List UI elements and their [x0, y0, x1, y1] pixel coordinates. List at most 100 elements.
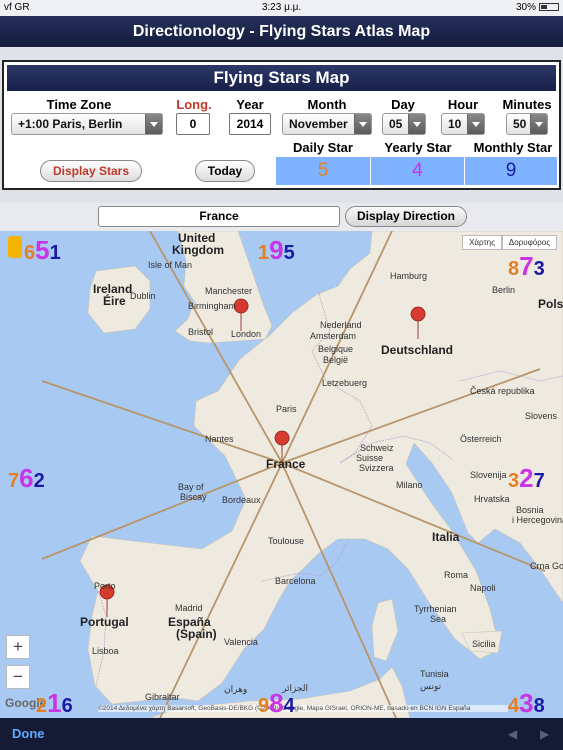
display-direction-button[interactable]: Display Direction — [345, 206, 467, 227]
back-arrow-icon[interactable]: ◀ — [508, 727, 517, 741]
yearly-star-label: Yearly Star — [384, 140, 452, 155]
timezone-value: +1:00 Paris, Berlin — [18, 117, 123, 131]
map-label: Toulouse — [268, 536, 305, 546]
daily-star-label: Daily Star — [293, 140, 353, 155]
day-label: Day — [391, 97, 415, 112]
star-trio-ne: 873 — [508, 253, 545, 279]
forward-arrow-icon[interactable]: ▶ — [540, 727, 549, 741]
map-label: Porto — [94, 581, 116, 591]
star-value: 7 — [8, 470, 20, 492]
star-trio-w: 762 — [8, 465, 45, 491]
star-value: 6 — [24, 242, 36, 264]
timezone-select[interactable]: +1:00 Paris, Berlin — [11, 113, 163, 135]
star-value: 9 — [269, 235, 284, 265]
star-value: 8 — [508, 258, 520, 280]
today-button[interactable]: Today — [195, 160, 255, 182]
street-view-pegman-icon[interactable] — [8, 236, 22, 258]
map-label: وهران — [224, 684, 248, 694]
monthly-star-value: 9 — [465, 157, 557, 185]
panel-title: Flying Stars Map — [7, 65, 556, 91]
star-value: 1 — [258, 242, 270, 264]
day-select[interactable]: 05 — [382, 113, 426, 135]
map-label: Sea — [430, 614, 447, 624]
map-label: Bay of — [178, 482, 204, 492]
zoom-in-button[interactable]: + — [6, 635, 30, 659]
app-title: Directionology - Flying Stars Atlas Map — [132, 23, 431, 40]
map-type-satellite-button[interactable]: Δορυφόρος — [502, 235, 557, 250]
star-value: 2 — [519, 463, 534, 493]
map-label: Bristol — [188, 327, 214, 337]
map-label: Suisse — [356, 453, 384, 463]
map-label: Biscay — [180, 492, 207, 502]
star-value: 1 — [49, 242, 61, 264]
star-value: 6 — [61, 695, 73, 717]
done-button[interactable]: Done — [12, 726, 45, 741]
star-value: 7 — [533, 470, 545, 492]
map-label: Sicilia — [472, 639, 496, 649]
map-label: تونس — [420, 681, 442, 691]
map-label: Slovenija — [470, 470, 507, 480]
yearly-star-value: 4 — [371, 157, 464, 185]
map-label: Bosnia — [516, 505, 544, 515]
display-stars-button[interactable]: Display Stars — [40, 160, 142, 182]
star-value: 8 — [533, 695, 545, 717]
battery-indicator: 30% — [516, 2, 559, 13]
map-label: Amsterdam — [310, 331, 357, 341]
hour-value: 10 — [448, 117, 462, 131]
map-type-map-button[interactable]: Χάρτης — [462, 235, 502, 250]
daily-star-value: 5 — [276, 157, 370, 185]
map-label: Svizzera — [359, 463, 394, 473]
status-time: 3:23 μ.μ. — [261, 2, 302, 13]
map-label: Madrid — [175, 603, 203, 613]
minutes-select[interactable]: 50 — [506, 113, 548, 135]
chevron-down-icon — [145, 114, 162, 134]
location-input[interactable]: France — [98, 206, 340, 227]
map-label: Italia — [432, 530, 460, 544]
chevron-down-icon — [408, 114, 425, 134]
map-label: Nederland — [320, 320, 362, 330]
location-bar: France Display Direction — [0, 203, 563, 231]
star-value: 5 — [35, 235, 50, 265]
map-label: Tyrrhenian — [414, 604, 457, 614]
map-label: Hamburg — [390, 271, 428, 281]
star-value: 4 — [508, 695, 520, 717]
map-label: Slovens — [525, 411, 558, 421]
longitude-input[interactable]: 0 — [176, 113, 210, 135]
star-trio-n: 195 — [258, 237, 295, 263]
star-value: 2 — [33, 470, 45, 492]
map-label: Milano — [396, 480, 423, 490]
map-label: Gibraltar — [145, 692, 180, 702]
star-value: 7 — [519, 251, 534, 281]
star-value: 3 — [533, 258, 545, 280]
map-label: Manchester — [205, 286, 253, 296]
month-select[interactable]: November — [282, 113, 372, 135]
map-label: France — [266, 457, 306, 471]
chevron-down-icon — [530, 114, 547, 134]
year-input[interactable]: 2014 — [229, 113, 271, 135]
minutes-value: 50 — [513, 117, 527, 131]
battery-icon — [539, 3, 559, 11]
chevron-down-icon — [467, 114, 484, 134]
map-label: Crna Gora — [530, 561, 563, 571]
monthly-star-label: Monthly Star — [473, 140, 553, 155]
map-label: Hrvatska — [474, 494, 510, 504]
status-bar: vf GR 3:23 μ.μ. 30% — [0, 0, 563, 16]
map-label: Éire — [103, 294, 126, 308]
map-label: België — [323, 355, 349, 365]
map-label: Paris — [276, 404, 297, 414]
month-label: Month — [307, 97, 347, 112]
map-view[interactable]: United Kingdom Isle of Man Ireland Éire … — [0, 231, 563, 718]
star-value: 8 — [269, 688, 284, 718]
zoom-out-button[interactable]: − — [6, 665, 30, 689]
map-label: Kingdom — [172, 243, 224, 257]
map-label: Dublin — [130, 291, 156, 301]
map-label: Berlin — [492, 285, 516, 295]
hour-select[interactable]: 10 — [441, 113, 485, 135]
map-label: Valencia — [224, 637, 258, 647]
map-label: i Hercegovina — [512, 515, 563, 525]
map-label: Letzebuerg — [322, 378, 368, 388]
map-label: Schweiz — [360, 443, 394, 453]
day-value: 05 — [389, 117, 403, 131]
flying-stars-panel: Flying Stars Map Time Zone Long. Year Mo… — [2, 60, 561, 190]
star-trio-nw: 651 — [24, 237, 61, 263]
